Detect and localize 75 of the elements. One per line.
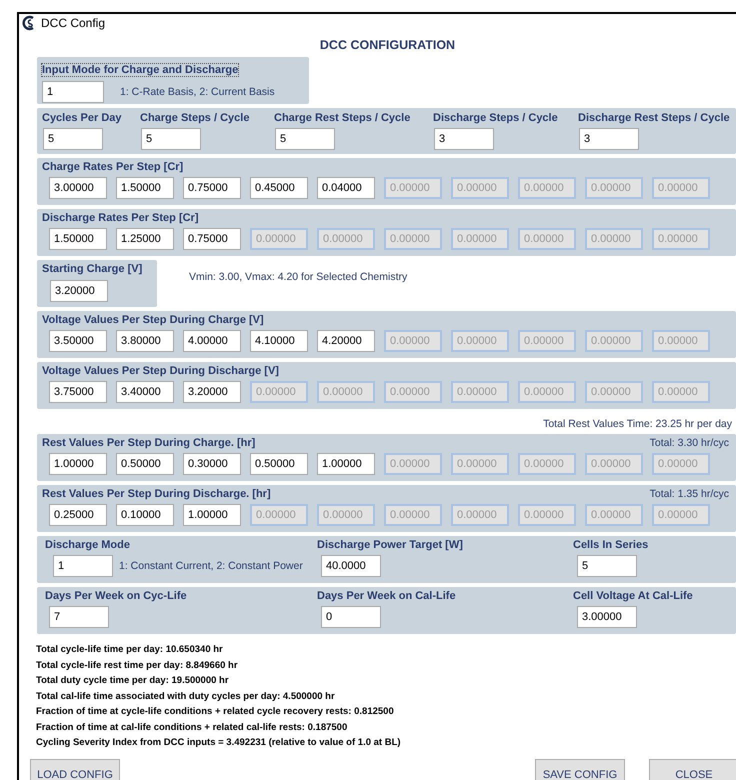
input-field[interactable]: 4.00000 bbox=[183, 330, 241, 352]
input-field[interactable]: 4.20000 bbox=[317, 330, 375, 352]
field-label: Charge Steps / Cycle bbox=[140, 112, 250, 124]
input-field[interactable]: 3.20000 bbox=[50, 280, 108, 302]
summary-line: Cycling Severity Index from DCC inputs = 3.492231 (relative to value of 1.0 at BL) bbox=[36, 736, 402, 750]
input-field[interactable]: 0.50000 bbox=[116, 453, 174, 475]
logo-icon bbox=[22, 15, 36, 31]
input-field[interactable]: 1 bbox=[53, 555, 113, 577]
input-field[interactable]: 3.00000 bbox=[577, 606, 637, 628]
total-text: Total: 1.35 hr/cyc bbox=[650, 488, 729, 500]
input-mode-label: Input Mode for Charge and Discharge bbox=[42, 64, 238, 76]
input-field[interactable]: 5 bbox=[43, 128, 103, 150]
discharge-mode-hint: 1: Constant Current, 2: Constant Power bbox=[119, 560, 303, 572]
input-field[interactable]: 1.50000 bbox=[49, 228, 107, 250]
input-field[interactable]: 1.00000 bbox=[183, 504, 241, 526]
input-field[interactable]: 3.40000 bbox=[116, 381, 174, 403]
input-mode-hint: 1: C-Rate Basis, 2: Current Basis bbox=[120, 86, 275, 98]
input-field[interactable]: 5 bbox=[141, 128, 201, 150]
input-field[interactable]: 1.50000 bbox=[116, 177, 174, 199]
input-field[interactable]: 0.75000 bbox=[183, 177, 241, 199]
input-field[interactable]: 3 bbox=[579, 128, 639, 150]
field-label: Cells In Series bbox=[573, 539, 648, 551]
panel-title: Discharge Rates Per Step [Cr] bbox=[42, 212, 200, 224]
field-label: Charge Rest Steps / Cycle bbox=[274, 112, 412, 124]
input-field[interactable]: 1.00000 bbox=[49, 453, 107, 475]
input-field[interactable]: 3 bbox=[434, 128, 494, 150]
input-field[interactable]: 0.45000 bbox=[250, 177, 308, 199]
chemistry-note: Vmin: 3.00, Vmax: 4.20 for Selected Chemistry bbox=[189, 271, 408, 283]
total-text: Total: 3.30 hr/cyc bbox=[650, 437, 729, 449]
field-label: Discharge Mode bbox=[45, 539, 131, 551]
input-field[interactable]: 1 bbox=[42, 81, 104, 103]
panel-title: Voltage Values Per Step During Charge [V] bbox=[42, 314, 265, 326]
panel-title: Voltage Values Per Step During Discharge [V] bbox=[42, 365, 280, 377]
input-field[interactable]: 0.30000 bbox=[183, 453, 241, 475]
panel-title: Charge Rates Per Step [Cr] bbox=[42, 161, 184, 173]
input-field[interactable]: 0.25000 bbox=[49, 504, 107, 526]
panel-title: Rest Values Per Step During Discharge. [hr] bbox=[42, 488, 271, 500]
field-label: Days Per Week on Cyc-Life bbox=[45, 590, 188, 602]
input-field[interactable]: 3.00000 bbox=[49, 177, 107, 199]
input-field[interactable]: 3.80000 bbox=[116, 330, 174, 352]
input-field[interactable]: 0.04000 bbox=[317, 177, 375, 199]
input-field[interactable]: 1.00000 bbox=[317, 453, 375, 475]
input-field[interactable]: 3.20000 bbox=[183, 381, 241, 403]
field-label: Discharge Steps / Cycle bbox=[433, 112, 559, 124]
summary-line: Total cycle-life time per day: 10.650340 hr bbox=[36, 643, 224, 657]
field-label: Days Per Week on Cal-Life bbox=[317, 590, 457, 602]
input-field[interactable]: 7 bbox=[49, 606, 109, 628]
summary-line: Total cycle-life rest time per day: 8.849660 hr bbox=[36, 658, 239, 672]
input-field[interactable]: 5 bbox=[275, 128, 335, 150]
input-field[interactable]: 0.75000 bbox=[183, 228, 241, 250]
dialog-heading: DCC CONFIGURATION bbox=[318, 38, 456, 52]
field-label: Discharge Rest Steps / Cycle bbox=[578, 112, 731, 124]
field-label: Cycles Per Day bbox=[42, 112, 122, 124]
summary-line: Fraction of time at cycle-life conditions + related cycle recovery rests: 0.812500 bbox=[36, 705, 395, 719]
input-field[interactable]: 5 bbox=[577, 555, 637, 577]
input-field[interactable]: 3.50000 bbox=[49, 330, 107, 352]
summary-line: Total duty cycle time per day: 19.500000 hr bbox=[36, 674, 230, 688]
input-field[interactable]: 1.25000 bbox=[116, 228, 174, 250]
input-field[interactable]: 0.10000 bbox=[116, 504, 174, 526]
field-label: Discharge Power Target [W] bbox=[317, 539, 464, 551]
field-label: Cell Voltage At Cal-Life bbox=[573, 590, 693, 602]
field-label: Starting Charge [V] bbox=[42, 263, 144, 275]
close-button[interactable]: CLOSE bbox=[649, 758, 736, 780]
input-field[interactable]: 4.10000 bbox=[250, 330, 308, 352]
panel-title: Rest Values Per Step During Charge. [hr] bbox=[42, 437, 256, 449]
load-config-button[interactable]: LOAD CONFIG bbox=[30, 758, 120, 780]
input-field[interactable]: 40.0000 bbox=[321, 555, 381, 577]
summary-line: Fraction of time at cal-life conditions + related cal-life rests: 0.187500 bbox=[36, 720, 348, 734]
window-title: DCC Config bbox=[41, 16, 106, 30]
input-field[interactable]: 0.50000 bbox=[250, 453, 308, 475]
save-config-button[interactable]: SAVE CONFIG bbox=[535, 758, 625, 780]
input-field[interactable]: 0 bbox=[321, 606, 381, 628]
input-field[interactable]: 3.75000 bbox=[49, 381, 107, 403]
total-rest-text: Total Rest Values Time: 23.25 hr per day bbox=[542, 418, 732, 430]
summary-line: Total cal-life time associated with duty cycles per day: 4.500000 hr bbox=[36, 690, 336, 704]
